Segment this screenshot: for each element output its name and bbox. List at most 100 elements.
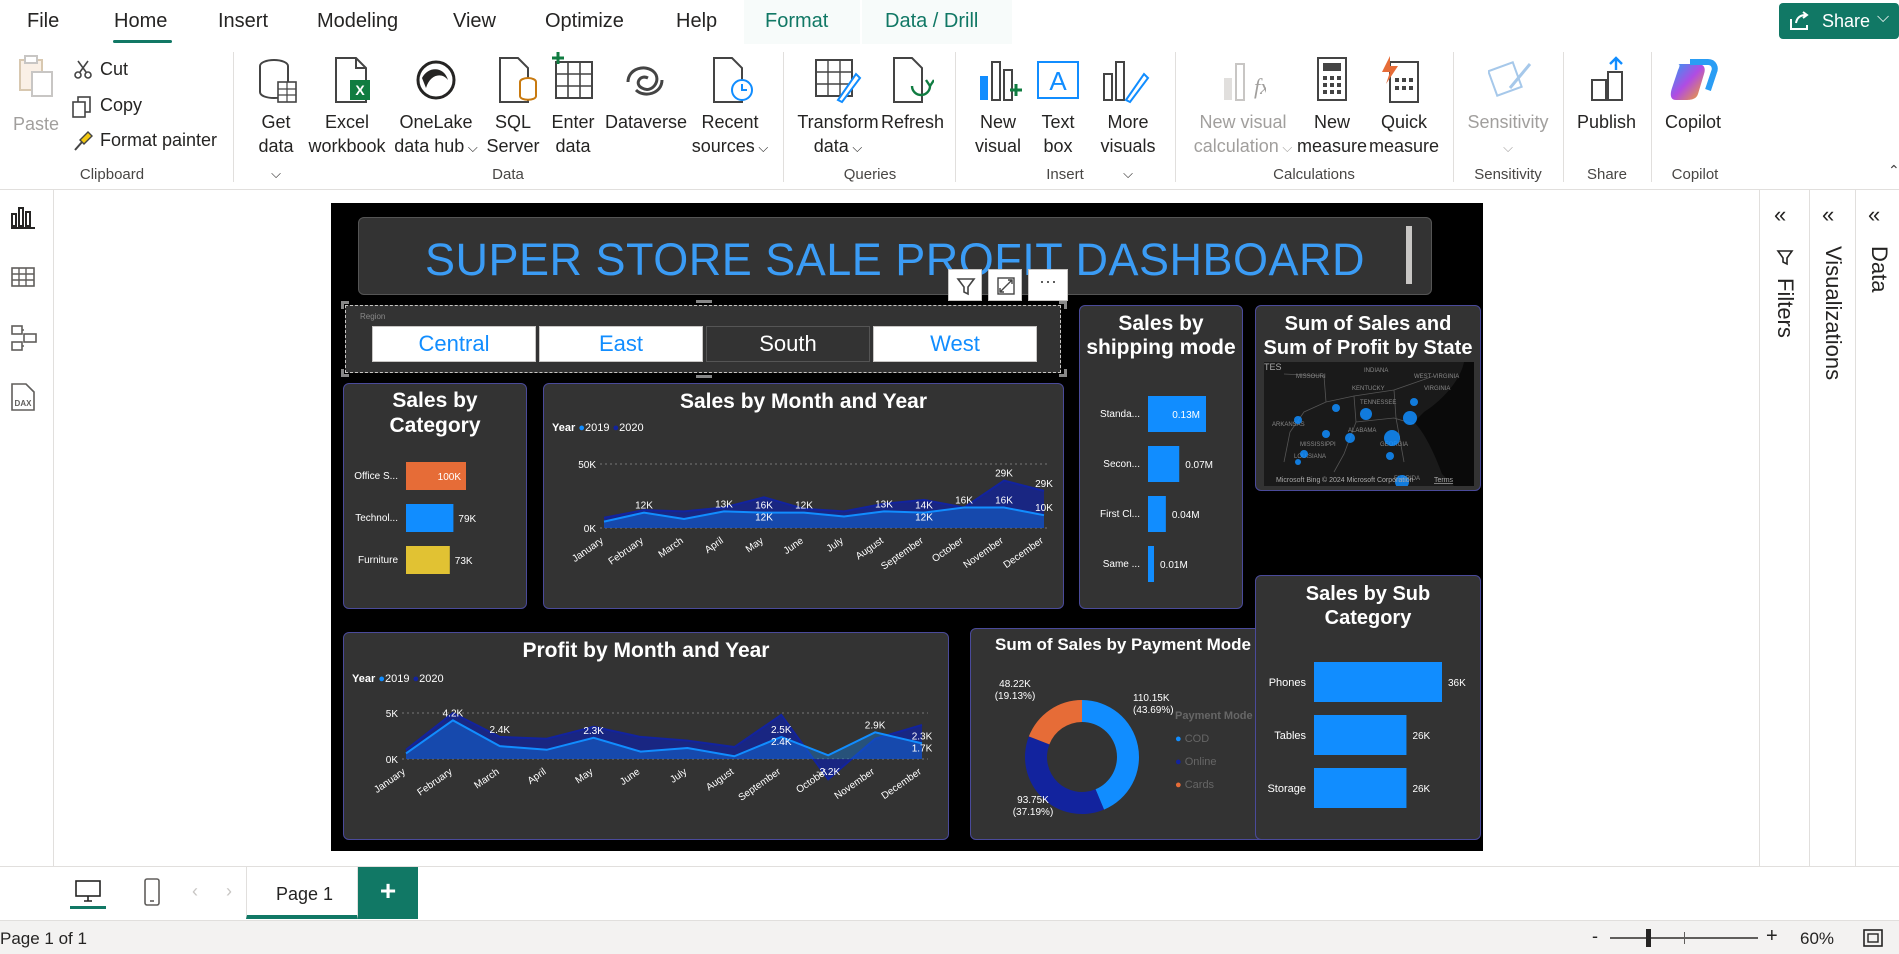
menu-modeling[interactable]: Modeling [317,10,398,33]
menu-help[interactable]: Help [676,10,717,33]
mobile-layout-icon[interactable] [142,877,162,907]
legend-item-2020: 2020 [419,673,444,685]
sales-by-shipping-card[interactable]: Sales by shipping mode Standa... 0.13M Seco… [1079,305,1243,609]
new-measure-button[interactable]: New measure [1296,110,1368,158]
collapse-ribbon-icon[interactable]: ⌃ [1888,162,1899,179]
title-card[interactable]: SUPER STORE SALE PROFIT DASHBOARD [358,217,1432,295]
state-map[interactable]: MISSOURI INDIANA WEST VIRGINIA KENTUCKY VIRG… [1264,362,1474,486]
data-label: 10K [1035,503,1053,514]
recent-sources-button[interactable]: Recent sources ⌵ [688,110,772,160]
sales-by-category-card[interactable]: Sales by Category Office S... 100K Technol.… [343,383,527,609]
state-bubble [1332,404,1340,412]
chevron-down-icon: ⌵ [1123,166,1133,181]
copy-button[interactable]: Copy [100,95,142,116]
get-data-button[interactable]: Get data ⌵ [256,110,296,186]
data-label: 2.9K [865,720,886,731]
menu-optimize[interactable]: Optimize [545,10,624,33]
model-view-icon[interactable] [10,324,38,352]
expand-filters-icon[interactable]: « [1774,202,1786,228]
page-tab-1[interactable]: Page 1 [246,867,358,919]
table-view-icon[interactable] [10,264,36,290]
data-pane[interactable]: « Data [1855,190,1899,866]
share-button[interactable]: Share ⌵ [1779,3,1899,39]
nvc-label-1: New visual [1199,112,1287,132]
title-line-1: Sales by [392,389,478,412]
new-measure-label-2: measure [1296,136,1368,156]
chevron-down-icon: ⌵ [1503,140,1513,155]
text-box-icon: A [1037,61,1079,99]
sensitivity-button[interactable]: Sensitivity ⌵ [1464,110,1552,160]
format-painter-button[interactable]: Format painter [100,130,217,151]
desktop-layout-button[interactable] [70,873,106,909]
menu-insert[interactable]: Insert [218,10,268,33]
region-slicer[interactable]: Region Central East South West [345,305,1061,373]
visualizations-pane[interactable]: « Visualizations [1809,190,1855,866]
more-options-button[interactable]: ··· [1028,269,1068,301]
data-label: 13K [715,499,733,510]
enter-data-label-1: Enter [551,112,595,132]
chevron-down-icon: ⌵ [464,140,478,155]
focus-mode-button[interactable] [988,269,1022,301]
new-visual-calculation-button[interactable]: New visual calculation ⌵ [1188,110,1298,160]
x-tick-label: September [737,766,784,803]
slicer-header: Region [360,312,386,321]
legend-marker-icon: ● [1175,733,1182,745]
menu-view[interactable]: View [453,10,496,33]
enter-data-button[interactable]: Enter data [550,110,596,158]
add-page-button[interactable]: + [358,867,418,919]
slicer-option-central[interactable]: Central [372,326,536,362]
sales-by-month-card[interactable]: Sales by Month and Year Year ●2019 ●2020… [543,383,1064,609]
zoom-out-button[interactable]: - [1592,926,1598,947]
state-bubble [1295,459,1301,465]
slicer-option-east[interactable]: East [539,326,703,362]
sql-server-button[interactable]: SQL Server [486,110,540,158]
x-tick-label: July [825,535,846,554]
svg-text:fx: fx [1254,74,1266,99]
sales-by-subcategory-card[interactable]: Sales by Sub Category Phones 36K Tables 26K S… [1255,575,1481,840]
filters-label: Filters [1773,278,1798,338]
refresh-button[interactable]: Refresh [881,110,944,134]
cut-icon [74,60,92,79]
x-tick-label: June [618,766,642,788]
payment-mode-card[interactable]: Sum of Sales by Payment Mode 110.15K (43.… [970,628,1276,840]
x-tick-label: December [880,766,925,802]
tab-data-drill[interactable]: Data / Drill [862,0,1012,44]
copilot-button[interactable]: Copilot [1665,110,1721,134]
quick-measure-button[interactable]: Quick measure [1368,110,1440,158]
cut-button[interactable]: Cut [100,59,128,80]
new-visual-button[interactable]: New visual [972,110,1024,158]
copy-icon [72,96,91,118]
dataverse-button[interactable]: Dataverse [605,110,687,134]
expand-data-icon[interactable]: « [1868,202,1880,228]
expand-visualizations-icon[interactable]: « [1822,202,1834,228]
state-label: INDIANA [1364,368,1388,374]
zoom-slider-thumb[interactable] [1646,929,1651,947]
group-label-copilot: Copilot [1671,166,1719,183]
sql-label-1: SQL [494,112,532,132]
transform-data-button[interactable]: Transform data ⌵ [796,110,880,160]
publish-icon [1591,56,1623,101]
publish-button[interactable]: Publish [1577,110,1636,134]
onelake-data-hub-button[interactable]: OneLake data hub ⌵ [392,110,480,160]
profit-by-month-card[interactable]: Profit by Month and Year Year ●2019 ●202… [343,632,949,840]
slicer-option-west[interactable]: West [873,326,1037,362]
filters-pane[interactable]: « Filters [1759,190,1809,866]
state-label: MISSOURI [1296,374,1326,380]
excel-workbook-button[interactable]: Excel workbook [305,110,389,158]
sales-profit-map-card[interactable]: Sum of Sales and Sum of Profit by State M… [1255,305,1481,491]
zoom-in-button[interactable]: + [1766,925,1778,948]
slicer-option-south[interactable]: South [706,326,870,362]
next-page-icon[interactable]: › [226,881,232,902]
paste-button[interactable]: Paste [13,112,59,136]
status-bar: Page 1 of 1 - + 60% [0,920,1899,954]
visual-filter-button[interactable] [948,269,982,301]
dataverse-icon [626,66,664,96]
menu-file[interactable]: File [27,10,59,33]
report-view-icon[interactable] [10,204,36,230]
dax-query-view-icon[interactable]: DAX [8,382,38,412]
prev-page-icon[interactable]: ‹ [192,881,198,902]
text-box-button[interactable]: Text box [1038,110,1078,158]
tab-format[interactable]: Format [744,0,860,44]
menu-home[interactable]: Home [114,10,167,33]
fit-to-page-icon[interactable] [1862,928,1884,948]
